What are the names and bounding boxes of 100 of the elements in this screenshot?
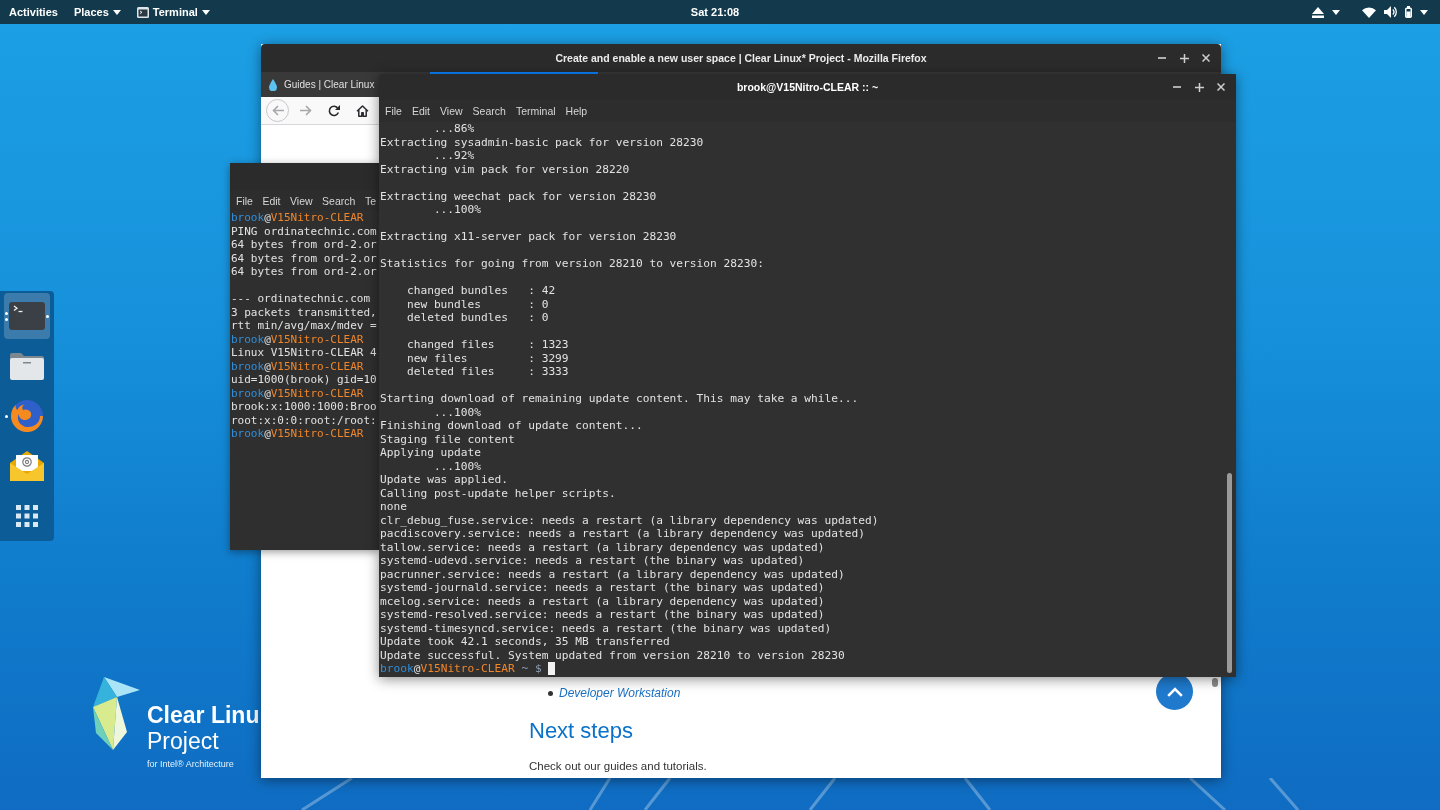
terminal-line: 64 bytes from ord-2.or: [231, 265, 377, 279]
prompt-line: brook@V15Nitro-CLEAR: [231, 211, 364, 225]
caret-icon[interactable]: [201, 9, 210, 15]
window-title: Create and enable a new user space | Clear Linux* Project - Mozilla Firefox: [555, 52, 927, 64]
envelope-icon: [10, 451, 44, 481]
terminal-line: ...92%: [432, 149, 475, 163]
logo-title: Clear Linu: [147, 702, 260, 728]
terminal-line: systemd-journald.service: needs a restart (the binary was updated): [380, 581, 825, 595]
terminal-line: Starting download of remaining update content. This may take a while...: [380, 392, 859, 406]
grid-icon: [16, 505, 38, 527]
terminal-icon: [9, 302, 45, 330]
wifi-icon[interactable]: [1362, 6, 1376, 18]
close-icon: [1217, 83, 1225, 91]
crystal-icon: [93, 677, 141, 751]
minimize-icon: [1173, 86, 1181, 88]
scrollbar-thumb[interactable]: [1212, 678, 1218, 687]
menu-item[interactable]: File: [236, 191, 253, 210]
page-link[interactable]: Developer Workstation: [559, 686, 681, 700]
terminal-line: uid=1000(brook) gid=10: [231, 373, 377, 387]
chevron-up-icon: [1166, 686, 1183, 697]
prompt-line: brook@V15Nitro-CLEAR: [231, 427, 364, 441]
terminal-line: Statistics for going from version 28210 to version 28230:: [380, 257, 764, 271]
menu-item[interactable]: Te: [364, 191, 376, 210]
terminal-line: Extracting vim pack for version 28220: [380, 162, 630, 176]
terminal-line: none: [380, 500, 407, 514]
terminal-line: Update successful. System updated from version 28210 to version 28230: [380, 648, 845, 662]
caret-icon[interactable]: [1332, 9, 1340, 15]
section-heading: Next steps: [529, 717, 633, 745]
terminal-line: --- ordinatechnic.com: [231, 292, 371, 306]
terminal-line: 64 bytes from ord-2.or: [231, 251, 377, 265]
volume-icon[interactable]: [1384, 6, 1397, 18]
terminal-line: pacdiscovery.service: needs a restart (a library dependency was updated): [380, 527, 865, 541]
activities-button[interactable]: Activities: [2, 0, 65, 24]
home-icon: [355, 104, 369, 117]
terminal-icon: [136, 6, 149, 18]
terminal-line: rtt min/avg/max/mdev =: [231, 319, 377, 333]
menu-item[interactable]: Search: [322, 191, 356, 210]
window-title: brook@V15Nitro-CLEAR :: ~: [736, 81, 879, 93]
terminal-line: new bundles : 0: [405, 297, 549, 311]
menu-item[interactable]: Search: [472, 102, 506, 120]
menu-item[interactable]: View: [290, 191, 313, 210]
body-text: Check out our guides and tutorials.: [529, 759, 707, 774]
terminal-line: systemd-resolved.service: needs a restart (the binary was updated): [380, 608, 825, 622]
terminal-line: brook:x:1000:1000:Broo: [231, 400, 377, 414]
menu-item[interactable]: Edit: [262, 191, 281, 210]
terminal-line: systemd-timesyncd.service: needs a restart (the binary was updated): [380, 621, 832, 635]
prompt-line: brook@V15Nitro-CLEAR: [231, 386, 364, 400]
terminal-line: ...100%: [432, 405, 482, 419]
logo-subtitle: Project: [147, 728, 219, 754]
terminal-line: 64 bytes from ord-2.or: [231, 238, 377, 252]
scrollbar-thumb[interactable]: [1227, 473, 1232, 673]
terminal-line: systemd-udevd.service: needs a restart (the binary was updated): [380, 554, 805, 568]
terminal-line: root:x:0:0:root:/root:: [231, 413, 377, 427]
menu-item[interactable]: Terminal: [515, 102, 556, 120]
logo-caption: for Intel® Architecture: [147, 758, 234, 770]
app-menu-button[interactable]: Terminal: [129, 0, 217, 24]
terminal-line: ...86%: [432, 122, 475, 136]
places-menu-button[interactable]: Places: [66, 0, 128, 24]
battery-icon[interactable]: [1405, 6, 1412, 18]
terminal-line: ...100%: [432, 203, 482, 217]
browser-tab[interactable]: Guides | Clear Linux: [261, 72, 378, 97]
caret-icon[interactable]: [1420, 9, 1428, 15]
arrow-right-icon: [300, 105, 312, 116]
menu-item[interactable]: Edit: [411, 102, 430, 120]
bullet-icon: [548, 690, 553, 696]
terminal-line: changed files : 1323: [405, 338, 569, 352]
terminal-line: 3 packets transmitted,: [231, 305, 377, 319]
clock-button[interactable]: Sat 21:08: [683, 0, 747, 24]
menu-item[interactable]: File: [385, 102, 402, 120]
terminal-line: changed bundles : 42: [405, 284, 556, 298]
menu-item[interactable]: View: [440, 102, 463, 120]
close-icon: [1202, 54, 1210, 62]
terminal-line: deleted bundles : 0: [405, 311, 549, 325]
caret-icon[interactable]: [112, 9, 121, 15]
prompt-line: brook@V15Nitro-CLEAR: [231, 332, 364, 346]
prompt-line: brook@V15Nitro-CLEAR: [231, 359, 364, 373]
arrow-left-icon: [271, 105, 284, 116]
terminal-line: new files : 3299: [405, 351, 569, 365]
terminal-line: Update took 42.1 seconds, 35 MB transferred: [380, 635, 670, 649]
terminal-line: deleted files : 3333: [405, 365, 569, 379]
terminal-line: Update was applied.: [380, 473, 508, 487]
fox-globe-icon: [10, 399, 44, 433]
terminal-line: Calling post-update helper scripts.: [380, 486, 616, 500]
maximize-icon: [1194, 82, 1204, 92]
focus-dot-icon: [46, 314, 49, 318]
terminal-line: mcelog.service: needs a restart (a library dependency was updated): [380, 594, 825, 608]
terminal-line: Extracting sysadmin-basic pack for version 28230: [380, 135, 704, 149]
terminal-line: tallow.service: needs a restart (a library dependency was updated): [380, 540, 825, 554]
eject-icon[interactable]: [1312, 6, 1324, 18]
maximize-icon: [1179, 53, 1189, 63]
terminal-line: Extracting weechat pack for version 28230: [380, 189, 657, 203]
terminal-line: PING ordinatechnic.com: [231, 224, 377, 238]
terminal-line: ...100%: [432, 459, 482, 473]
dock-item[interactable]: [4, 293, 50, 339]
menu-item[interactable]: Help: [565, 102, 588, 120]
terminal-line: pacrunner.service: needs a restart (a library dependency was updated): [380, 567, 845, 581]
terminal-line: Extracting x11-server pack for version 28230: [380, 230, 677, 244]
minimize-icon: [1158, 57, 1166, 59]
terminal-line: Finishing download of update content...: [380, 419, 643, 433]
prompt-line: brook@V15Nitro-CLEAR ~ $: [380, 662, 542, 676]
